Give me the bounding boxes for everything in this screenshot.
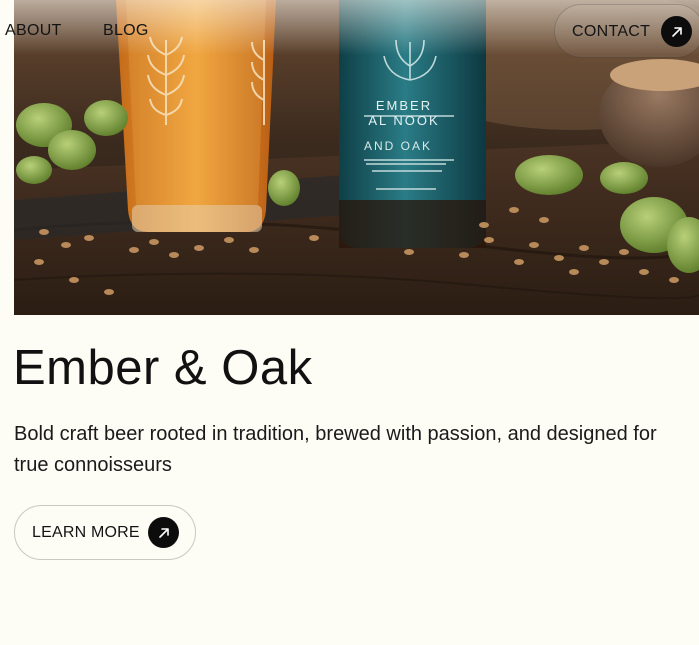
nav-about-link[interactable]: ABOUT bbox=[5, 22, 62, 40]
learn-more-label: LEARN MORE bbox=[32, 524, 140, 541]
bottle-label-line1: EMBER bbox=[376, 98, 432, 113]
contact-button[interactable]: CONTACT bbox=[554, 4, 699, 58]
arrow-up-right-icon bbox=[661, 16, 692, 47]
top-nav: ABOUT BLOG CONTACT bbox=[0, 0, 699, 64]
contact-button-label: CONTACT bbox=[572, 23, 651, 40]
page-title: Ember & Oak bbox=[13, 341, 313, 395]
bottle-label-line3: AND OAK bbox=[364, 139, 432, 153]
page-subtitle: Bold craft beer rooted in tradition, bre… bbox=[14, 423, 657, 476]
arrow-up-right-icon bbox=[148, 517, 179, 548]
nav-blog-link[interactable]: BLOG bbox=[103, 22, 149, 40]
bottle-label-line2: AL NOOK bbox=[368, 113, 439, 128]
learn-more-button[interactable]: LEARN MORE bbox=[14, 505, 196, 560]
